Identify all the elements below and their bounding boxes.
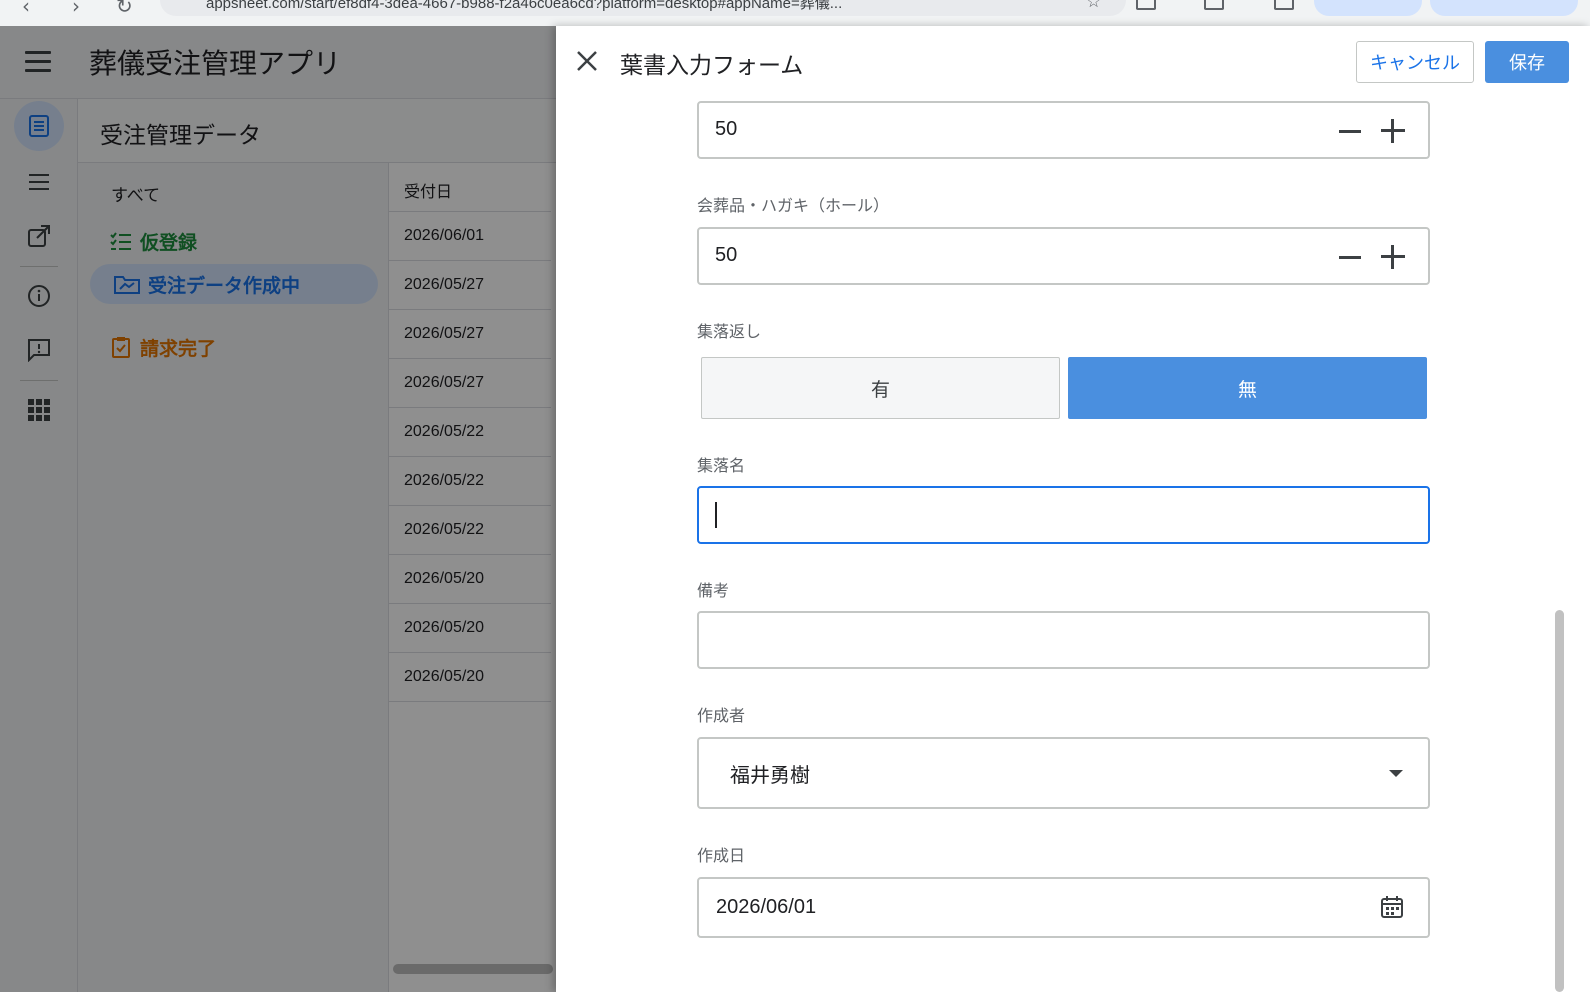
field-label-village-name: 集落名 <box>697 456 746 475</box>
dropdown-arrow-icon[interactable] <box>1389 770 1403 777</box>
cancel-button[interactable]: キャンセル <box>1356 41 1474 83</box>
stepper-value[interactable]: 50 <box>715 118 737 141</box>
close-icon[interactable] <box>572 46 602 76</box>
hall-postcard-stepper[interactable]: 50 <box>697 227 1430 285</box>
text-cursor <box>715 502 717 528</box>
search-tabs-icon[interactable] <box>1204 0 1224 10</box>
form-title: 葉書入力フォーム <box>620 53 804 79</box>
url-text[interactable]: appsheet.com/start/ef8df4-3dea-4667-b988… <box>206 0 842 13</box>
drawer-header: 葉書入力フォーム キャンセル 保存 <box>556 26 1590 96</box>
modal-scrim[interactable] <box>0 26 556 992</box>
field-label-remarks: 備考 <box>697 581 730 600</box>
form-drawer: 葉書入力フォーム キャンセル 保存 50 会葬品・ハガキ（ホール） 50 集落返… <box>556 26 1590 992</box>
browser-toolbar: ‹ › ↻ appsheet.com/start/ef8df4-3dea-466… <box>0 0 1590 26</box>
minus-icon[interactable] <box>1339 256 1361 259</box>
created-date-input[interactable]: 2026/06/01 <box>697 877 1430 938</box>
date-value[interactable]: 2026/06/01 <box>716 896 816 919</box>
reload-icon[interactable]: ↻ <box>116 0 133 18</box>
form-vertical-scrollbar[interactable] <box>1555 610 1564 992</box>
field-label-village-return: 集落返し <box>697 322 762 341</box>
field-label-hall-postcard: 会葬品・ハガキ（ホール） <box>697 196 890 215</box>
village-name-input[interactable] <box>697 486 1430 544</box>
creator-select[interactable]: 福井勇樹 <box>697 737 1430 809</box>
tab-icon[interactable] <box>1274 0 1294 10</box>
plus-icon[interactable] <box>1381 245 1405 269</box>
stepper-value[interactable]: 50 <box>715 244 737 267</box>
minus-icon[interactable] <box>1339 130 1361 133</box>
calendar-icon[interactable] <box>1381 896 1403 918</box>
back-icon[interactable]: ‹ <box>22 0 30 18</box>
profile-chip[interactable] <box>1314 0 1422 16</box>
village-return-option-no[interactable]: 無 <box>1068 357 1427 419</box>
field-label-created-date: 作成日 <box>697 846 746 865</box>
creator-value[interactable]: 福井勇樹 <box>730 759 810 788</box>
plus-icon[interactable] <box>1381 119 1405 143</box>
bookmark-star-icon[interactable]: ☆ <box>1086 0 1101 12</box>
forward-icon[interactable]: › <box>72 0 80 18</box>
quantity-stepper[interactable]: 50 <box>697 101 1430 159</box>
save-button[interactable]: 保存 <box>1485 41 1569 83</box>
field-label-creator: 作成者 <box>697 706 746 725</box>
remarks-input[interactable] <box>697 611 1430 669</box>
update-chip[interactable] <box>1430 0 1578 16</box>
cast-icon[interactable] <box>1136 0 1156 10</box>
village-return-option-yes[interactable]: 有 <box>701 357 1060 419</box>
